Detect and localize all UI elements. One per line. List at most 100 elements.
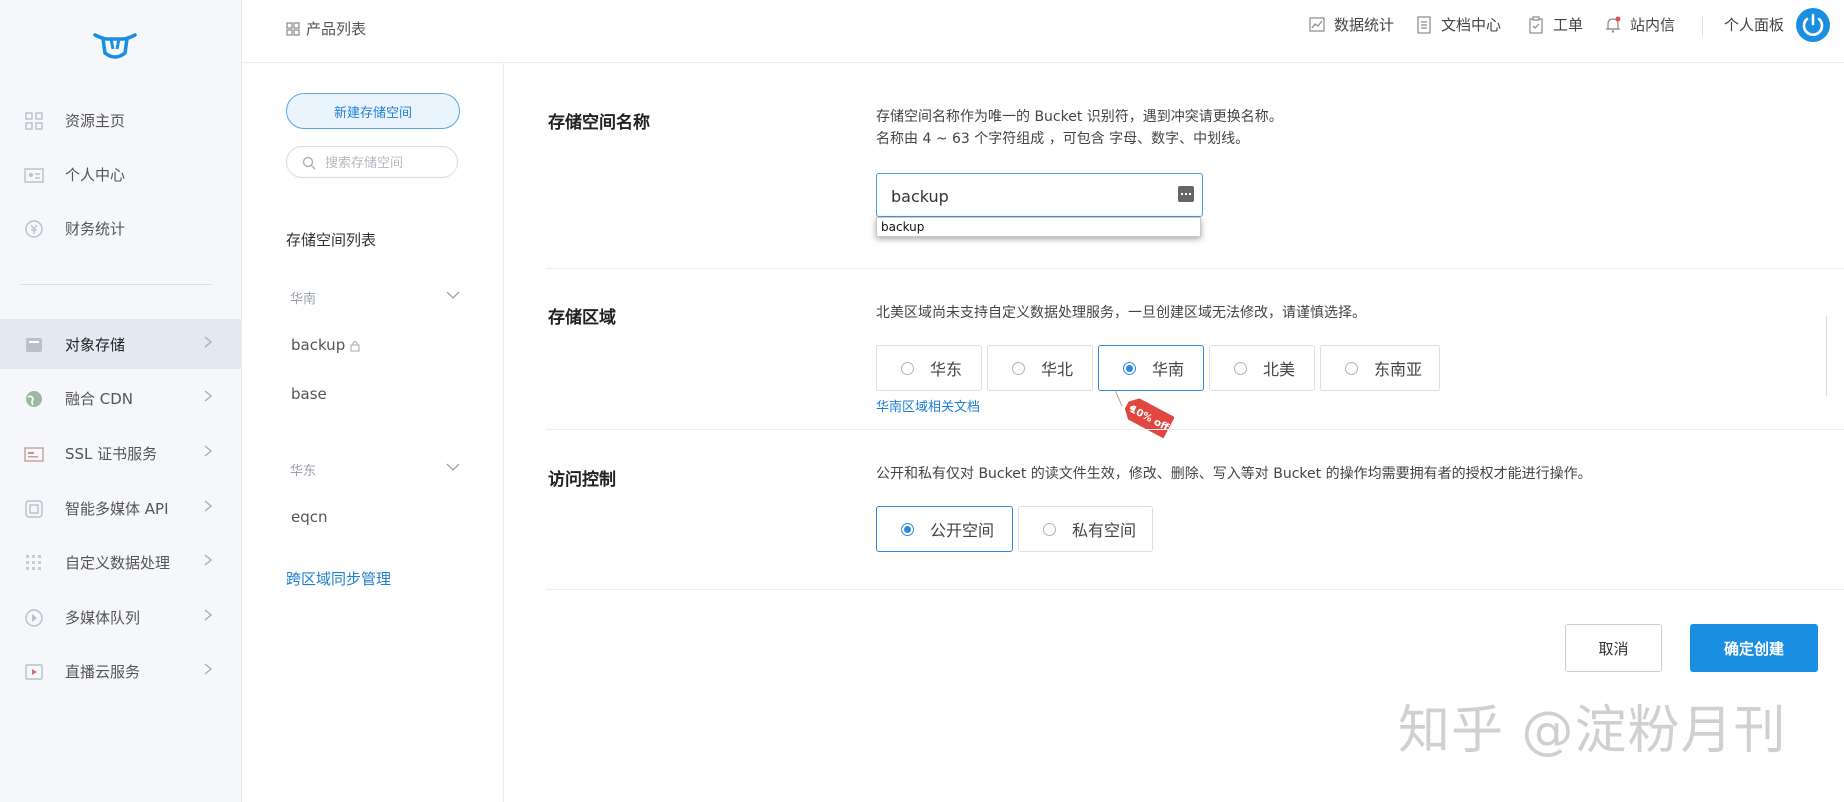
region-docs-link[interactable]: 华南区域相关文档 (876, 396, 980, 415)
grid-icon (286, 21, 300, 36)
sidebar-item-cdn[interactable]: 融合 CDN (0, 373, 241, 423)
sidebar-item-profile[interactable]: 个人中心 (0, 149, 241, 199)
sidebar-item-home[interactable]: 资源主页 (0, 95, 241, 145)
access-option-label: 公开空间 (930, 521, 995, 540)
power-icon[interactable] (1796, 8, 1830, 42)
bucket-name-field[interactable] (876, 173, 1203, 217)
nav-separator (1702, 16, 1703, 36)
sidebar-item-label: 对象存储 (65, 335, 126, 354)
radio-selected (901, 522, 914, 536)
region-option-north[interactable]: 华北 (987, 345, 1093, 391)
bucket-name-desc: 存储空间名称作为唯一的 Bucket 识别符，遇到冲突请更换名称。 名称由 4 … (876, 106, 1283, 150)
bucket-item[interactable]: eqcn (291, 508, 328, 526)
confirm-create-button[interactable]: 确定创建 (1690, 624, 1818, 672)
storage-icon (26, 338, 42, 352)
sidebar-item-label: 自定义数据处理 (65, 553, 171, 572)
nav-label: 站内信 (1630, 16, 1676, 34)
bucket-search[interactable] (286, 146, 458, 178)
desc-line: 存储空间名称作为唯一的 Bucket 识别符，遇到冲突请更换名称。 (876, 109, 1283, 125)
queue-icon (25, 609, 43, 627)
nav-tickets[interactable]: 工单 (1527, 14, 1583, 35)
region-label: 存储区域 (548, 308, 616, 328)
bucket-name-label: 存储空间名称 (548, 113, 650, 133)
region-group-east[interactable]: 华东 (290, 460, 460, 479)
yen-icon (25, 220, 43, 238)
sidebar-item-live[interactable]: 直播云服务 (0, 646, 241, 696)
qiniu-logo[interactable] (93, 29, 137, 61)
sidebar-item-ssl[interactable]: SSL 证书服务 (0, 428, 241, 478)
chevron-down-icon (446, 291, 460, 299)
personal-panel-link[interactable]: 个人面板 (1724, 14, 1784, 35)
cancel-button[interactable]: 取消 (1565, 624, 1662, 672)
search-input[interactable] (323, 151, 452, 175)
region-option-label: 华东 (930, 360, 963, 379)
chevron-right-icon (204, 336, 213, 348)
live-icon (25, 664, 43, 680)
sidebar: 资源主页 个人中心 财务统计 对象存储 融合 CDN SSL 证书服务 智能多媒… (0, 0, 242, 802)
chart-icon (1309, 16, 1325, 32)
chevron-right-icon (204, 500, 213, 512)
region-option-east[interactable]: 华东 (876, 345, 982, 391)
search-icon (302, 156, 316, 170)
desc-line: 名称由 4 ~ 63 个字符组成 ，可包含 字母、数字、中划线。 (876, 131, 1250, 147)
sidebar-item-label: 财务统计 (65, 219, 126, 238)
nav-label: 工单 (1553, 16, 1584, 34)
password-manager-icon[interactable] (1178, 186, 1194, 202)
sidebar-item-object-storage[interactable]: 对象存储 (0, 319, 241, 369)
region-option-sea[interactable]: 东南亚 (1320, 345, 1440, 391)
nav-messages[interactable]: 站内信 (1604, 14, 1675, 35)
radio (1043, 522, 1056, 536)
bucket-item[interactable]: backup (291, 336, 361, 354)
chevron-right-icon (204, 609, 213, 621)
watermark: 知乎 @淀粉月刊 (1398, 701, 1787, 761)
product-list-label: 产品列表 (306, 20, 367, 38)
radio (901, 361, 914, 375)
product-list-button[interactable]: 产品列表 (286, 18, 366, 39)
chevron-down-icon (446, 463, 460, 471)
sidebar-divider (20, 284, 212, 285)
lock-icon (350, 340, 360, 352)
cross-region-sync-link[interactable]: 跨区域同步管理 (286, 568, 391, 589)
nav-data-stats[interactable]: 数据统计 (1308, 14, 1394, 35)
nav-label: 文档中心 (1441, 16, 1502, 34)
region-group-south[interactable]: 华南 (290, 288, 460, 307)
chevron-right-icon (204, 390, 213, 402)
nav-label: 数据统计 (1334, 16, 1395, 34)
globe-icon (26, 391, 42, 407)
bucket-panel: 新建存储空间 存储空间列表 华南 backup base 华东 eqcn 跨区域… (242, 63, 504, 802)
sidebar-item-label: 融合 CDN (65, 389, 134, 408)
radio-selected (1123, 361, 1136, 375)
access-option-public[interactable]: 公开空间 (876, 506, 1013, 552)
id-card-icon (24, 168, 44, 183)
region-option-label: 北美 (1263, 360, 1296, 379)
sidebar-item-finance[interactable]: 财务统计 (0, 203, 241, 253)
scroll-edge (1826, 316, 1827, 396)
section-divider (546, 429, 1844, 430)
region-group-label: 华南 (290, 292, 317, 307)
region-option-south[interactable]: 华南 (1098, 345, 1204, 391)
region-group-label: 华东 (290, 464, 317, 479)
document-icon (1417, 15, 1431, 34)
new-bucket-button[interactable]: 新建存储空间 (286, 93, 460, 129)
chevron-right-icon (204, 663, 213, 675)
bucket-name-input[interactable] (889, 184, 1163, 208)
autocomplete-suggestion[interactable]: backup (876, 217, 1201, 237)
sidebar-item-data-process[interactable]: 自定义数据处理 (0, 537, 241, 587)
radio (1234, 361, 1247, 375)
sidebar-item-media-api[interactable]: 智能多媒体 API (0, 483, 241, 533)
nav-docs[interactable]: 文档中心 (1415, 14, 1501, 35)
region-option-label: 东南亚 (1374, 360, 1423, 379)
discount-tag-icon: 10% off (1114, 390, 1174, 439)
bucket-name: backup (291, 336, 346, 354)
sidebar-item-media-queue[interactable]: 多媒体队列 (0, 592, 241, 642)
region-option-label: 华北 (1041, 360, 1074, 379)
bucket-item[interactable]: base (291, 385, 327, 403)
bucket-list-title: 存储空间列表 (286, 231, 377, 249)
sidebar-item-label: 个人中心 (65, 165, 126, 184)
region-option-label: 华南 (1152, 360, 1185, 379)
sidebar-item-label: SSL 证书服务 (65, 444, 158, 463)
region-option-na[interactable]: 北美 (1209, 345, 1315, 391)
chevron-right-icon (204, 554, 213, 566)
sidebar-item-label: 直播云服务 (65, 662, 141, 681)
access-option-private[interactable]: 私有空间 (1018, 506, 1153, 552)
